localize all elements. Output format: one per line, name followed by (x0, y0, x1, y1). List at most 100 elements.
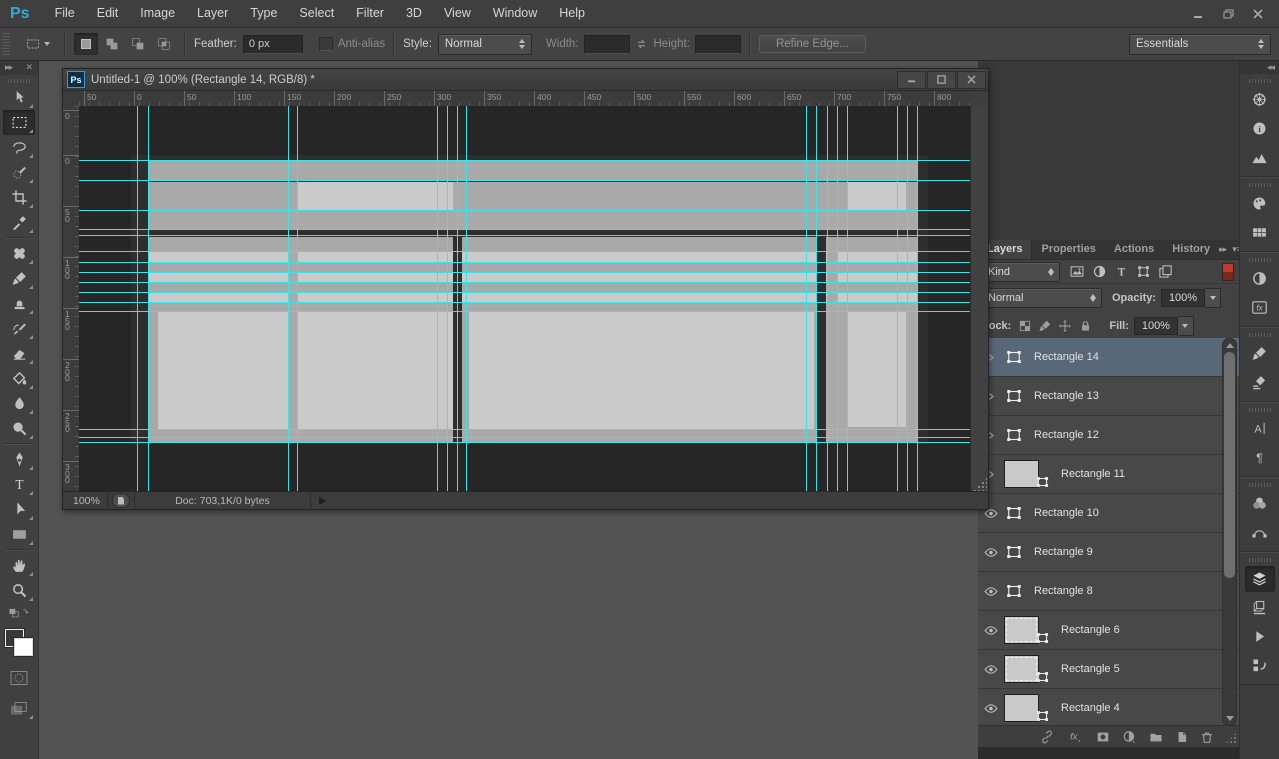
doc-minimize-button[interactable] (897, 71, 926, 89)
fill-dropdown-button[interactable] (1178, 316, 1194, 336)
quick-mask-button[interactable] (3, 665, 35, 690)
horizontal-guide[interactable] (79, 437, 971, 438)
zoom-tool[interactable] (3, 578, 35, 603)
wireframe-rectangle[interactable] (149, 161, 918, 180)
horizontal-guide[interactable] (79, 292, 971, 293)
layer-thumbnail[interactable] (1004, 616, 1039, 644)
layer-name[interactable]: Rectangle 12 (1034, 429, 1099, 441)
layer-row[interactable]: Rectangle 14 (978, 338, 1240, 377)
brush-presets-panel-button[interactable] (1245, 370, 1275, 396)
layer-row[interactable]: Rectangle 10 (978, 494, 1240, 533)
vertical-guide[interactable] (148, 106, 149, 492)
horizontal-guide[interactable] (79, 235, 971, 236)
layer-name[interactable]: Rectangle 11 (1061, 468, 1125, 480)
feather-input[interactable]: 0 px (243, 35, 303, 54)
actions-panel-button[interactable] (1245, 624, 1275, 650)
layer-row[interactable]: Rectangle 4 (978, 689, 1240, 726)
layer-thumbnail[interactable] (1004, 460, 1039, 488)
layer-name[interactable]: Rectangle 13 (1034, 390, 1099, 402)
character-panel-button[interactable]: A (1245, 416, 1275, 442)
smart-object-filter-button[interactable] (1154, 263, 1176, 281)
swap-width-height-icon[interactable] (630, 33, 654, 55)
pixel-layer-filter-button[interactable] (1066, 263, 1088, 281)
horizontal-guide[interactable] (79, 262, 971, 263)
vertical-ruler[interactable]: 005 01 0 01 5 02 0 02 5 03 0 0 (63, 106, 80, 492)
vertical-guide[interactable] (297, 106, 298, 492)
refine-edge-button[interactable]: Refine Edge... (759, 35, 866, 53)
wireframe-rectangle[interactable] (158, 311, 288, 429)
vertical-guide[interactable] (897, 106, 898, 492)
blend-mode-select[interactable]: Normal (982, 288, 1102, 308)
menu-3d[interactable]: 3D (395, 0, 433, 27)
horizontal-guide[interactable] (79, 272, 971, 273)
layer-shape-thumbnail[interactable] (1004, 504, 1024, 522)
menu-filter[interactable]: Filter (345, 0, 395, 27)
menu-edit[interactable]: Edit (86, 0, 130, 27)
vertical-guide[interactable] (288, 106, 289, 492)
spot-healing-brush-tool[interactable] (3, 241, 35, 266)
vertical-guide[interactable] (806, 106, 807, 492)
layer-shape-thumbnail[interactable] (1004, 348, 1024, 366)
vertical-guide[interactable] (816, 106, 817, 492)
horizontal-guide[interactable] (79, 210, 971, 211)
vertical-guide[interactable] (837, 106, 838, 492)
menu-type[interactable]: Type (239, 0, 288, 27)
menu-file[interactable]: File (44, 0, 86, 27)
layer-row[interactable]: Rectangle 8 (978, 572, 1240, 611)
layer-style-fx-button[interactable]: fx (1066, 729, 1084, 744)
layer-name[interactable]: Rectangle 10 (1034, 507, 1099, 519)
status-options-arrow-icon[interactable] (319, 497, 326, 505)
type-layer-filter-button[interactable]: T (1110, 263, 1132, 281)
add-to-selection-button[interactable] (100, 33, 124, 55)
layer-row[interactable]: Rectangle 9 (978, 533, 1240, 572)
history-brush-tool[interactable] (3, 316, 35, 341)
layer-name[interactable]: Rectangle 4 (1061, 702, 1120, 714)
layer-name[interactable]: Rectangle 9 (1034, 546, 1093, 558)
adjustment-layer-filter-button[interactable] (1088, 263, 1110, 281)
panel-group-grip[interactable] (1249, 408, 1271, 412)
horizontal-guide[interactable] (79, 180, 971, 181)
add-layer-mask-button[interactable] (1095, 730, 1111, 744)
new-selection-button[interactable] (74, 33, 98, 55)
new-layer-button[interactable] (1175, 730, 1189, 744)
vertical-guide[interactable] (847, 106, 848, 492)
tool-preset-picker[interactable] (18, 33, 56, 55)
shape-layer-filter-button[interactable] (1132, 263, 1154, 281)
menu-image[interactable]: Image (129, 0, 186, 27)
document-title-bar[interactable]: Ps Untitled-1 @ 100% (Rectangle 14, RGB/… (63, 69, 988, 91)
swap-colors-icon[interactable] (8, 607, 30, 626)
crop-tool[interactable] (3, 185, 35, 210)
panel-group-grip[interactable] (1249, 79, 1271, 83)
wireframe-rectangle[interactable] (149, 210, 918, 229)
lock-all-button[interactable] (1075, 317, 1095, 335)
panel-group-grip[interactable] (1249, 558, 1271, 562)
doc-close-button[interactable] (957, 71, 986, 89)
document-size-info[interactable]: Doc: 703,1K/0 bytes (134, 492, 311, 509)
layer-visibility-eye-icon[interactable] (982, 701, 1000, 716)
expand-panels-icon[interactable]: ◂◂ (1267, 62, 1274, 73)
layer-visibility-eye-icon[interactable] (982, 584, 1000, 599)
menu-help[interactable]: Help (548, 0, 596, 27)
vertical-guide[interactable] (447, 106, 448, 492)
close-panel-icon[interactable]: ✕ (25, 62, 33, 73)
wireframe-rectangle[interactable] (149, 272, 918, 282)
layers-panel-panel-button[interactable] (1245, 566, 1275, 592)
horizontal-guide[interactable] (79, 302, 971, 303)
layer-shape-thumbnail[interactable] (1004, 543, 1024, 561)
scrollbar-thumb[interactable] (1224, 352, 1235, 578)
vertical-guide[interactable] (457, 106, 458, 492)
panel-group-grip[interactable] (1249, 333, 1271, 337)
tab-properties[interactable]: Properties (1032, 240, 1104, 259)
layer-name[interactable]: Rectangle 5 (1061, 663, 1120, 675)
layer-row[interactable]: Rectangle 12 (978, 416, 1240, 455)
canvas-viewport[interactable] (79, 106, 971, 492)
vertical-guide[interactable] (907, 106, 908, 492)
ruler-origin-corner[interactable] (63, 91, 80, 107)
panel-group-grip[interactable] (1249, 258, 1271, 262)
wireframe-rectangle[interactable] (469, 311, 814, 429)
wireframe-rectangle[interactable] (149, 292, 918, 302)
layer-comps-panel-button[interactable] (1245, 653, 1275, 679)
pen-tool[interactable] (3, 447, 35, 472)
navigator-panel-button[interactable] (1245, 87, 1275, 113)
background-color-swatch[interactable] (14, 638, 33, 656)
